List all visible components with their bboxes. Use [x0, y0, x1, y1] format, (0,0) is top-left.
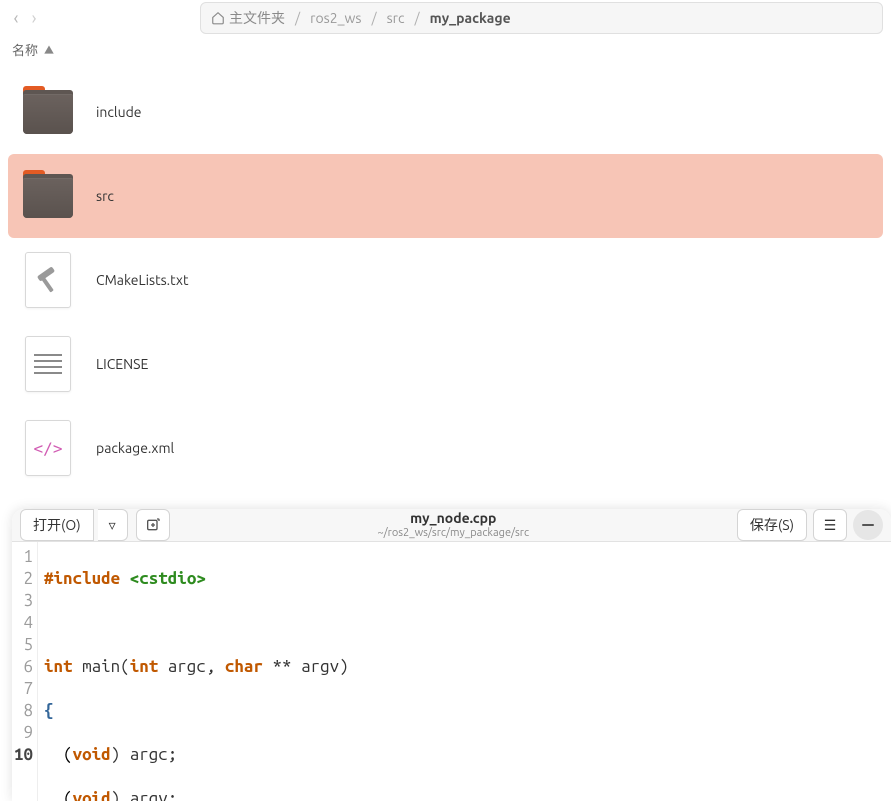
- editor-title: my_node.cpp: [410, 510, 496, 527]
- list-item[interactable]: src: [8, 154, 883, 238]
- column-header-name[interactable]: 名称: [12, 40, 38, 59]
- home-icon: [211, 11, 225, 25]
- breadcrumb-separator: /: [414, 10, 419, 26]
- new-tab-button[interactable]: [136, 509, 170, 541]
- list-item[interactable]: LICENSE: [8, 322, 883, 406]
- file-manager-toolbar: ‹ › 主文件夹 / ros2_ws / src / my_package: [0, 0, 891, 36]
- forward-button[interactable]: ›: [26, 8, 42, 28]
- back-button[interactable]: ‹: [8, 8, 24, 28]
- save-button[interactable]: 保存(S): [737, 509, 807, 541]
- text-file-icon: [20, 336, 76, 392]
- code-editor-area[interactable]: 12345678910 #include <cstdio> int main(i…: [12, 542, 891, 801]
- editor-right-controls: 保存(S) ☰: [737, 509, 883, 541]
- breadcrumb-separator: /: [295, 10, 300, 26]
- breadcrumb-separator: /: [371, 10, 376, 26]
- sort-ascending-icon[interactable]: ▲: [44, 42, 54, 57]
- editor-subtitle: ~/ros2_ws/src/my_package/src: [377, 527, 529, 540]
- breadcrumb-home[interactable]: 主文件夹: [211, 8, 285, 28]
- code-content[interactable]: #include <cstdio> int main(int argc, cha…: [38, 542, 478, 801]
- editor-title-block: my_node.cpp ~/ros2_ws/src/my_package/src: [178, 510, 729, 540]
- open-button-group: 打开(O) ▿: [20, 509, 128, 541]
- line-number-gutter: 12345678910: [12, 542, 38, 801]
- breadcrumb-item-mypackage[interactable]: my_package: [430, 10, 511, 26]
- breadcrumb[interactable]: 主文件夹 / ros2_ws / src / my_package: [200, 2, 883, 34]
- hamburger-menu-button[interactable]: ☰: [813, 509, 847, 541]
- breadcrumb-item-ros2ws[interactable]: ros2_ws: [310, 10, 361, 26]
- open-recent-dropdown[interactable]: ▿: [98, 509, 128, 541]
- xml-file-icon: </>: [20, 420, 76, 476]
- folder-icon: [20, 84, 76, 140]
- text-editor-window: 打开(O) ▿ my_node.cpp ~/ros2_ws/src/my_pac…: [12, 509, 891, 801]
- file-name-label: include: [96, 104, 142, 120]
- editor-headerbar: 打开(O) ▿ my_node.cpp ~/ros2_ws/src/my_pac…: [12, 509, 891, 542]
- chevron-down-icon: ▿: [109, 517, 116, 534]
- column-header-row: 名称 ▲: [0, 36, 891, 62]
- open-button[interactable]: 打开(O): [20, 509, 94, 541]
- list-item[interactable]: </> package.xml: [8, 406, 883, 490]
- minimize-button[interactable]: [853, 510, 883, 540]
- breadcrumb-item-src[interactable]: src: [387, 10, 405, 26]
- file-name-label: package.xml: [96, 440, 174, 456]
- list-item[interactable]: CMakeLists.txt: [8, 238, 883, 322]
- minimize-icon: [862, 524, 874, 526]
- file-list: include src CMakeLists.txt LICENSE </> p…: [0, 62, 891, 498]
- new-tab-icon: [145, 517, 161, 533]
- breadcrumb-home-label: 主文件夹: [229, 8, 285, 28]
- build-file-icon: [20, 252, 76, 308]
- open-button-label: 打开(O): [33, 515, 81, 535]
- hamburger-icon: ☰: [824, 517, 837, 534]
- folder-icon: [20, 168, 76, 224]
- file-name-label: CMakeLists.txt: [96, 272, 188, 288]
- file-name-label: src: [96, 188, 114, 204]
- list-item[interactable]: include: [8, 70, 883, 154]
- nav-arrows: ‹ ›: [8, 8, 42, 28]
- file-name-label: LICENSE: [96, 356, 148, 372]
- save-button-label: 保存(S): [750, 515, 794, 535]
